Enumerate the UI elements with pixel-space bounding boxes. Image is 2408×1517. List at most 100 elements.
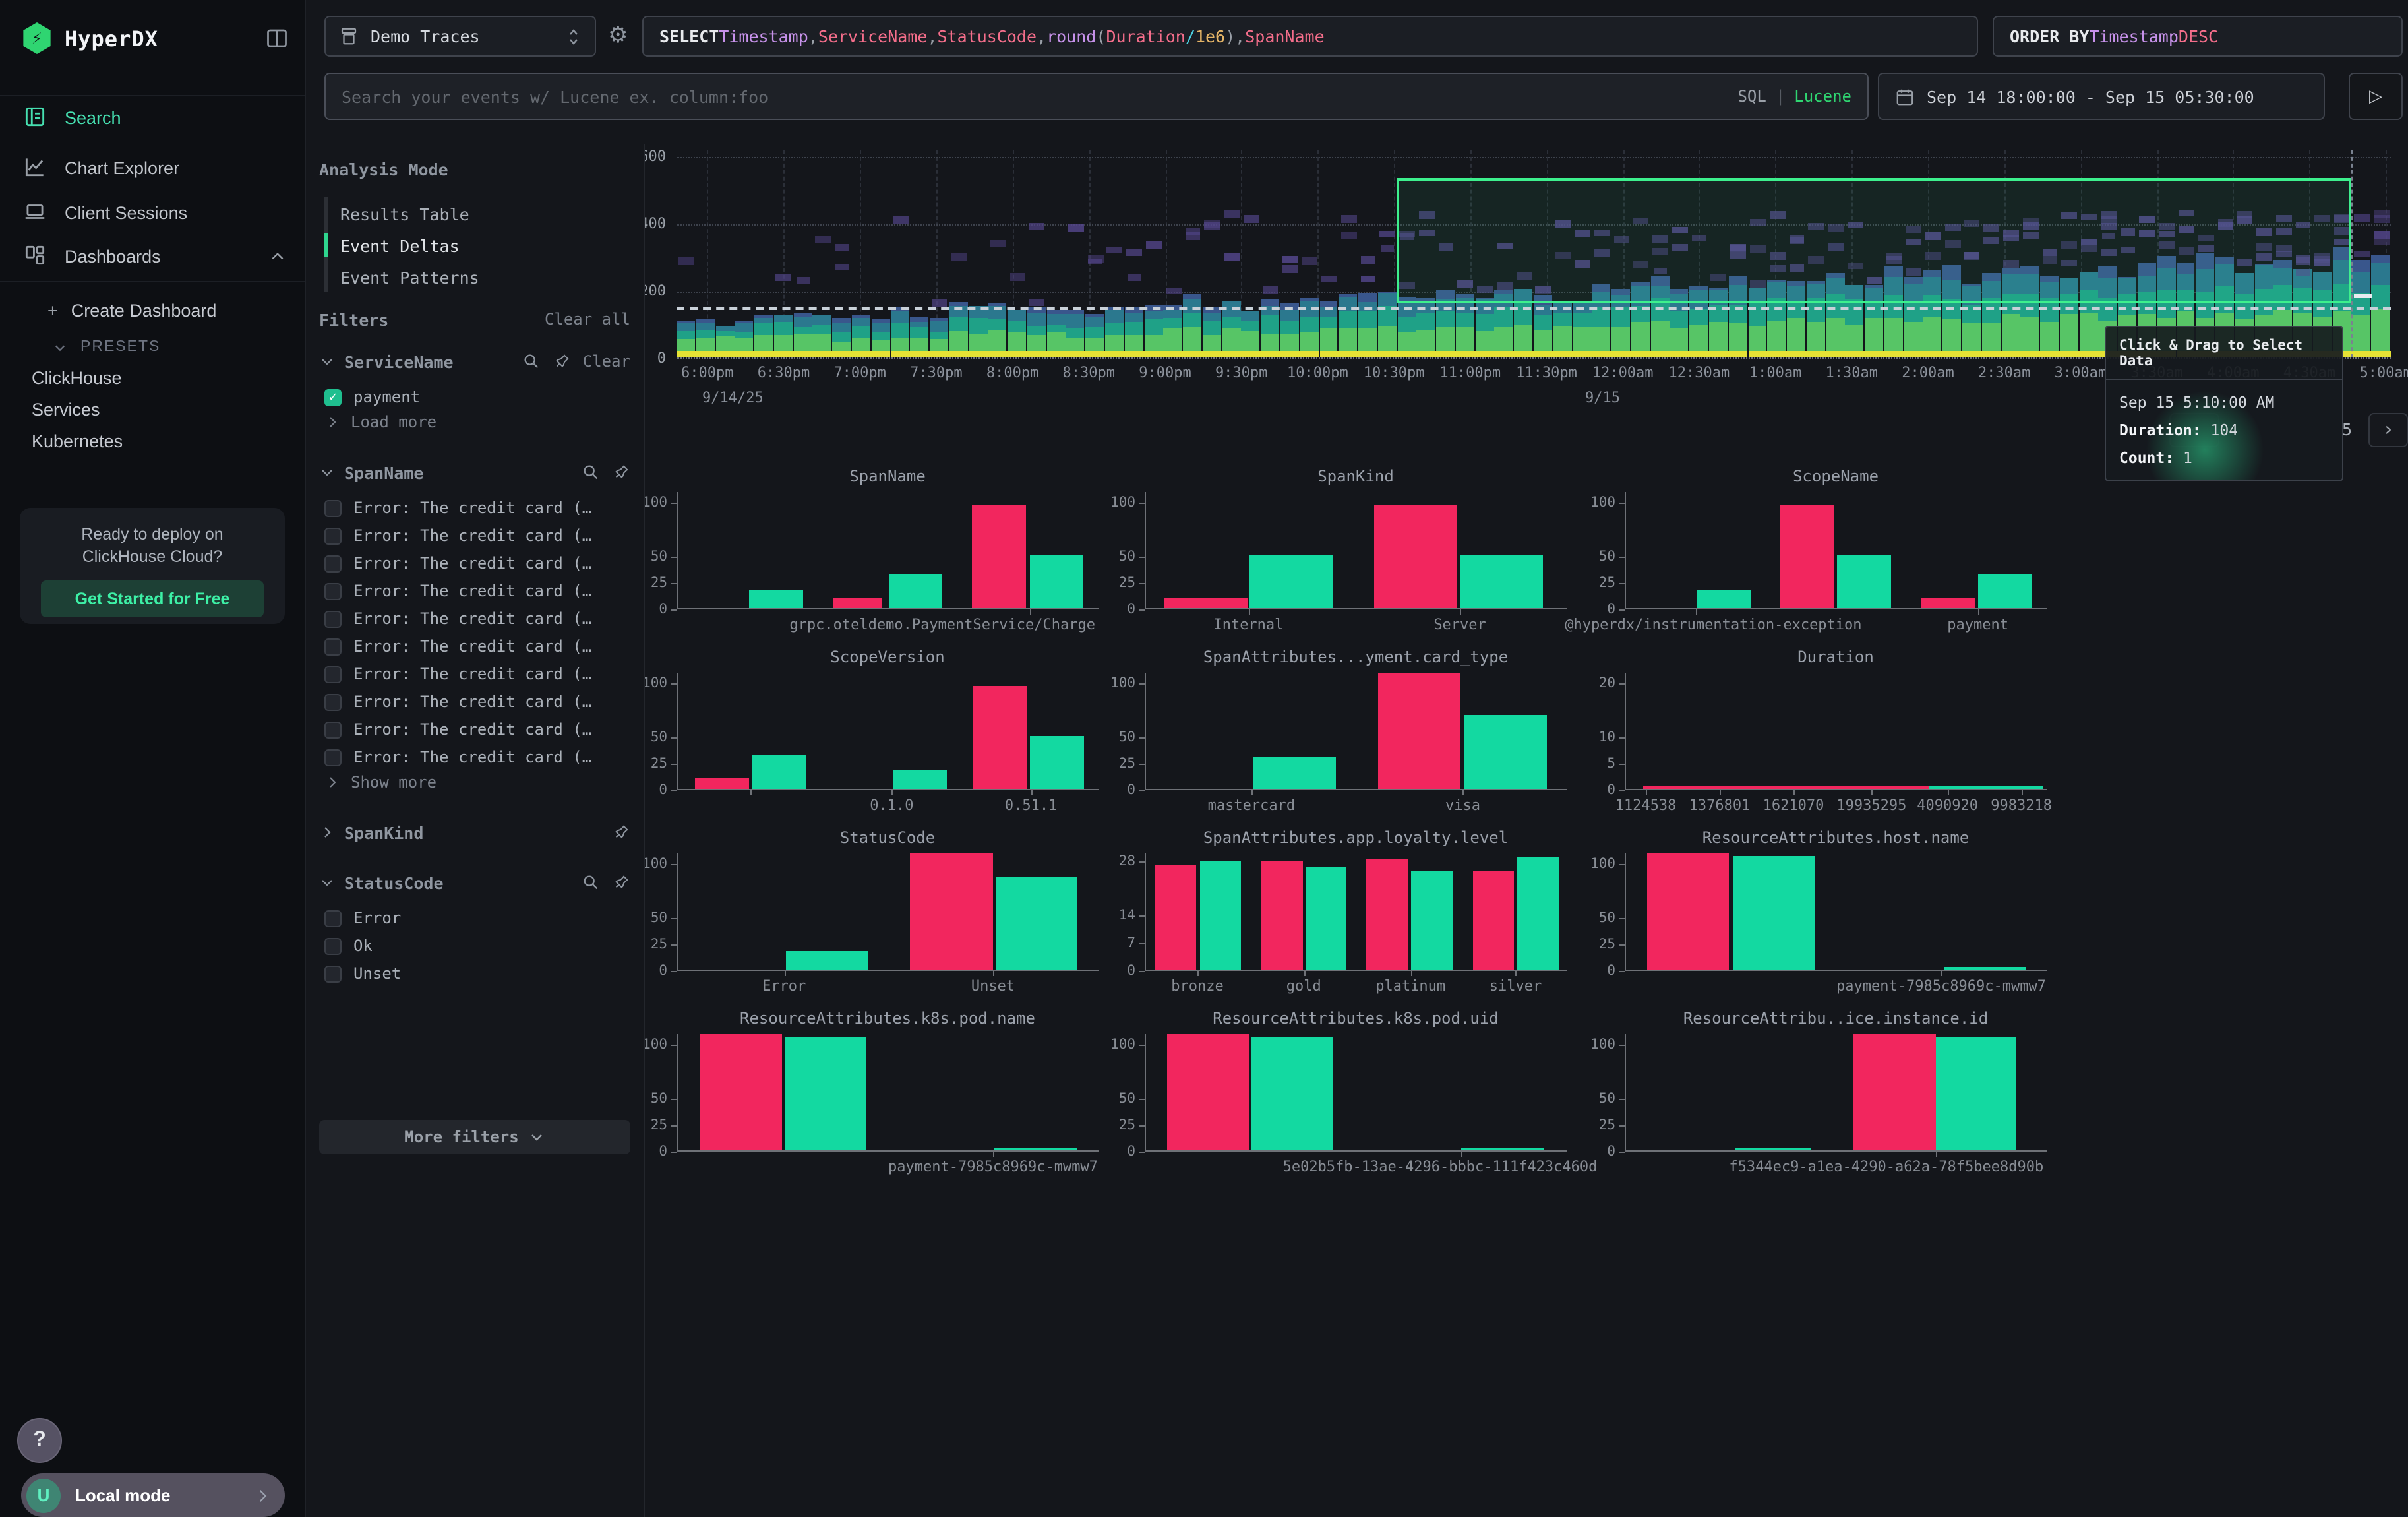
search-icon[interactable]: [522, 352, 541, 371]
threshold-line[interactable]: [677, 307, 2391, 309]
checkbox[interactable]: [324, 582, 342, 600]
search-input[interactable]: [326, 86, 1737, 106]
y-tick-label: 14: [1085, 908, 1135, 924]
filter-checkbox-row[interactable]: Error: The credit card (…: [324, 716, 633, 743]
analysis-mode-results-table[interactable]: Results Table: [324, 199, 469, 228]
clear-filter-button[interactable]: Clear: [583, 352, 630, 371]
filter-group-name[interactable]: StatusCode: [344, 873, 444, 892]
filter-checkbox-row[interactable]: Error: The credit card (…: [324, 689, 633, 715]
help-button[interactable]: ?: [17, 1418, 62, 1463]
pin-icon[interactable]: [612, 873, 630, 892]
checkbox[interactable]: [324, 638, 342, 655]
sidebar-collapse-icon[interactable]: [265, 26, 289, 50]
filter-checkbox-row[interactable]: Error: The credit card (…: [324, 522, 633, 549]
pin-icon[interactable]: [612, 823, 630, 842]
create-dashboard-button[interactable]: + Create Dashboard: [0, 293, 305, 327]
chart-plot[interactable]: [1625, 673, 2047, 790]
filter-checkbox-row[interactable]: Error: The credit card (…: [324, 661, 633, 687]
sidebar-item-dashboards[interactable]: Dashboards: [0, 233, 305, 278]
filter-group-name[interactable]: ServiceName: [344, 352, 454, 371]
user-menu[interactable]: U Local mode: [21, 1473, 285, 1517]
next-page-button[interactable]: ›: [2368, 413, 2408, 447]
heatmap-cell: [832, 342, 851, 351]
filter-group-name[interactable]: SpanName: [344, 462, 423, 482]
chart-plot[interactable]: [677, 853, 1099, 971]
filter-checkbox-row[interactable]: Error: [324, 905, 633, 931]
sql-mode-toggle[interactable]: SQL: [1737, 87, 1766, 106]
filter-checkbox-row[interactable]: Error: The credit card (…: [324, 605, 633, 632]
sidebar-item-chart-explorer[interactable]: Chart Explorer: [0, 145, 305, 190]
chart-plot[interactable]: [677, 673, 1099, 790]
threshold-handle[interactable]: [2354, 294, 2372, 297]
presets-toggle[interactable]: PRESETS: [0, 330, 305, 364]
checkbox[interactable]: [324, 721, 342, 738]
sidebar-item-search[interactable]: Search: [0, 95, 305, 140]
lucene-mode-toggle[interactable]: Lucene: [1794, 87, 1851, 106]
sidebar-preset-clickhouse[interactable]: ClickHouse: [0, 360, 305, 394]
heatmap-cell: [1066, 314, 1085, 328]
filter-checkbox-row[interactable]: ✓payment: [324, 384, 633, 410]
filter-group-name[interactable]: SpanKind: [344, 822, 423, 842]
x-tick-label: 9983218: [1991, 797, 2052, 814]
get-started-button[interactable]: Get Started for Free: [41, 580, 264, 617]
chart-plot[interactable]: [1625, 492, 2047, 609]
checkbox[interactable]: [324, 527, 342, 544]
search-icon[interactable]: [582, 873, 600, 892]
filter-checkbox-row[interactable]: Error: The credit card (…: [324, 744, 633, 770]
checkbox[interactable]: [324, 937, 342, 954]
chevron-right-icon[interactable]: [319, 824, 335, 840]
checkbox[interactable]: ✓: [324, 388, 342, 406]
chevron-down-icon[interactable]: [319, 354, 335, 369]
checkbox[interactable]: [324, 693, 342, 710]
source-select[interactable]: Demo Traces: [324, 16, 596, 57]
analysis-mode-event-patterns[interactable]: Event Patterns: [324, 263, 479, 292]
filter-value-label: Error: The credit card (…: [353, 665, 591, 683]
more-filters-button[interactable]: More filters: [319, 1120, 630, 1154]
time-range-picker[interactable]: Sep 14 18:00:00 - Sep 15 05:30:00: [1878, 73, 2325, 120]
analysis-mode-event-deltas[interactable]: Event Deltas: [324, 231, 460, 260]
chart-plot[interactable]: [677, 492, 1099, 609]
pin-icon[interactable]: [612, 463, 630, 481]
chevron-down-icon[interactable]: [319, 875, 335, 890]
bar-g: [1697, 589, 1751, 608]
filter-checkbox-row[interactable]: Error: The credit card (…: [324, 633, 633, 660]
clear-all-filters[interactable]: Clear all: [545, 310, 630, 328]
chevron-down-icon[interactable]: [319, 464, 335, 480]
sidebar-preset-kubernetes[interactable]: Kubernetes: [0, 423, 305, 458]
heatmap-cell: [1397, 351, 1417, 357]
checkbox[interactable]: [324, 555, 342, 572]
heatmap-cell: [696, 323, 715, 330]
order-by-input[interactable]: ORDER BY Timestamp DESC: [1993, 16, 2403, 57]
checkbox[interactable]: [324, 666, 342, 683]
filter-checkbox-row[interactable]: Unset: [324, 960, 633, 987]
load-more-link[interactable]: Load more: [324, 413, 436, 431]
run-query-button[interactable]: ▷: [2349, 73, 2403, 120]
checkbox[interactable]: [324, 749, 342, 766]
sidebar-item-client-sessions[interactable]: Client Sessions: [0, 190, 305, 235]
chart-plot[interactable]: [1145, 673, 1567, 790]
checkbox[interactable]: [324, 965, 342, 982]
gear-icon[interactable]: ⚙: [608, 22, 628, 49]
y-tick-mark: [1139, 503, 1145, 504]
chart-plot[interactable]: [1145, 1034, 1567, 1152]
sidebar-preset-services[interactable]: Services: [0, 392, 305, 426]
filter-checkbox-row[interactable]: Error: The credit card (…: [324, 578, 633, 604]
pin-icon[interactable]: [553, 352, 571, 371]
dashboard-icon: [22, 243, 49, 269]
filter-checkbox-row[interactable]: Error: The credit card (…: [324, 550, 633, 576]
chart-plot[interactable]: [1145, 853, 1567, 971]
checkbox[interactable]: [324, 610, 342, 627]
chart-plot[interactable]: [1145, 492, 1567, 609]
chart-plot[interactable]: [1625, 853, 2047, 971]
checkbox[interactable]: [324, 910, 342, 927]
filter-checkbox-row[interactable]: Ok: [324, 933, 633, 959]
search-icon[interactable]: [582, 463, 600, 481]
heatmap-cell: [2001, 351, 2021, 357]
selection-rectangle[interactable]: [1397, 178, 2351, 303]
show-more-link[interactable]: Show more: [324, 773, 436, 791]
checkbox[interactable]: [324, 499, 342, 516]
filter-checkbox-row[interactable]: Error: The credit card (…: [324, 495, 633, 521]
select-query-input[interactable]: SELECT Timestamp, ServiceName, StatusCod…: [642, 16, 1978, 57]
chart-plot[interactable]: [1625, 1034, 2047, 1152]
chart-plot[interactable]: [677, 1034, 1099, 1152]
